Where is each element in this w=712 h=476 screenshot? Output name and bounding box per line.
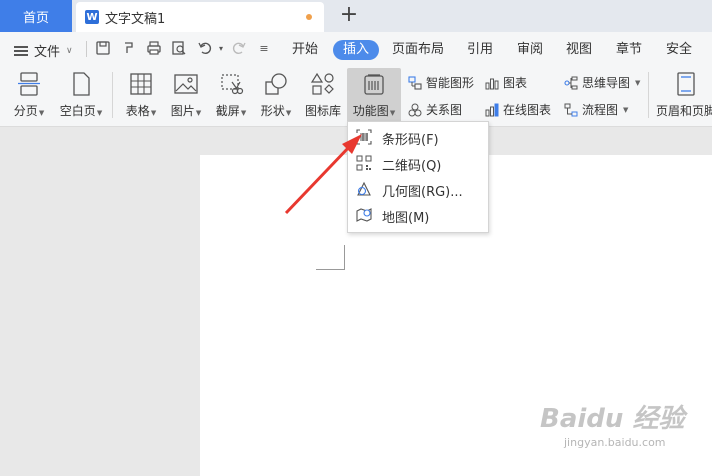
menu-item-label: 条形码(F) [382, 133, 439, 148]
blank-page-icon [68, 72, 94, 96]
relation-chart-button[interactable]: 关系图 [408, 101, 462, 118]
icon-library-label: 图标库 [304, 104, 341, 118]
unsaved-dot-icon [306, 14, 312, 20]
barcode-icon [356, 129, 372, 145]
table-button[interactable]: 表格▼ [122, 66, 160, 119]
menu-bar: 文件 ∨ ▾ ≡ 开始 插入 页面布局 引用 审阅 视图 章节 安全 [0, 32, 712, 66]
page-break-icon [16, 72, 42, 96]
function-chart-button[interactable]: 功能图▼ [347, 68, 401, 124]
flowchart-button[interactable]: 流程图 ▼ [564, 101, 628, 118]
print-icon[interactable] [145, 40, 163, 58]
tab-page-layout[interactable]: 页面布局 [392, 40, 444, 60]
online-chart-icon [485, 103, 499, 117]
tab-security[interactable]: 安全 [666, 40, 692, 60]
divider [86, 41, 87, 57]
file-menu-button[interactable]: 文件 ∨ [14, 41, 73, 60]
ribbon: 分页▼ 空白页▼ 表格▼ 图片▼ 截屏▼ 形状▼ 图标库 功能图▼ 智能图形 图… [0, 66, 712, 127]
smart-graphic-button[interactable]: 智能图形 [408, 74, 474, 91]
function-chart-dropdown: 条形码(F) 二维码(Q) 几何图(RG)... 地图(M) [347, 121, 489, 233]
menu-item-geometry[interactable]: 几何图(RG)... [348, 176, 488, 202]
smart-graphic-label: 智能图形 [426, 76, 475, 90]
picture-button[interactable]: 图片▼ [167, 66, 205, 119]
geometry-icon [356, 181, 372, 197]
tab-start[interactable]: 开始 [292, 40, 318, 60]
tab-document[interactable]: W 文字文稿1 [76, 2, 324, 32]
print-preview-icon[interactable] [170, 40, 188, 58]
divider [648, 72, 649, 118]
page-margin-marker [316, 245, 345, 270]
document-title: 文字文稿1 [105, 11, 166, 27]
watermark-url: jingyan.baidu.com [564, 436, 666, 449]
blank-page-button[interactable]: 空白页▼ [56, 66, 106, 119]
chart-button[interactable]: 图表 [485, 74, 527, 91]
chart-label: 图表 [503, 76, 528, 90]
mind-map-button[interactable]: 思维导图 ▼ [564, 74, 640, 91]
table-icon [128, 72, 154, 96]
smart-graphic-icon [408, 75, 422, 90]
function-chart-label: 功能图 [352, 104, 389, 118]
menu-item-barcode[interactable]: 条形码(F) [348, 124, 488, 150]
save-icon[interactable] [94, 40, 112, 58]
header-footer-button[interactable]: 页眉和页脚 [656, 66, 712, 119]
tab-home[interactable]: 首页 [0, 0, 72, 32]
mind-map-icon [564, 76, 578, 90]
screenshot-button[interactable]: 截屏▼ [212, 66, 250, 119]
format-painter-icon[interactable] [120, 40, 138, 58]
online-chart-label: 在线图表 [503, 103, 552, 117]
divider [112, 72, 113, 118]
function-chart-icon [361, 72, 387, 96]
bar-chart-icon [485, 76, 499, 90]
menu-item-label: 地图(M) [382, 211, 430, 226]
page-break-label: 分页 [13, 104, 38, 118]
blank-page-label: 空白页 [59, 104, 96, 118]
relation-chart-label: 关系图 [426, 103, 463, 117]
tab-view[interactable]: 视图 [566, 40, 592, 60]
file-menu-label: 文件 [34, 45, 61, 60]
watermark-text: Baidu 经验 [540, 404, 685, 434]
relation-chart-icon [408, 103, 422, 117]
header-footer-icon [673, 72, 699, 96]
undo-dropdown-icon[interactable]: ▾ [212, 40, 230, 58]
map-icon [356, 207, 372, 223]
hamburger-icon [14, 45, 28, 56]
menu-item-label: 二维码(Q) [382, 159, 442, 174]
chevron-down-icon: ∨ [66, 45, 73, 56]
flowchart-label: 流程图 [582, 103, 619, 117]
tab-bar: 首页 W 文字文稿1 + [0, 0, 712, 32]
watermark: Baidu 经验 jingyan.baidu.com [540, 398, 710, 458]
page-break-button[interactable]: 分页▼ [10, 66, 48, 119]
customize-toolbar-icon[interactable]: ≡ [255, 40, 273, 58]
online-chart-button[interactable]: 在线图表 [485, 101, 551, 118]
shape-label: 形状 [260, 104, 285, 118]
picture-icon [173, 72, 199, 96]
tab-insert[interactable]: 插入 [333, 40, 380, 60]
tab-chapter[interactable]: 章节 [616, 40, 642, 60]
menu-item-label: 几何图(RG)... [382, 185, 463, 200]
menu-item-qrcode[interactable]: 二维码(Q) [348, 150, 488, 176]
header-footer-label: 页眉和页脚 [656, 104, 712, 118]
shape-icon [263, 72, 289, 96]
picture-label: 图片 [170, 104, 195, 118]
qrcode-icon [356, 155, 372, 171]
table-label: 表格 [125, 104, 150, 118]
shape-button[interactable]: 形状▼ [257, 66, 295, 119]
icon-library-icon [310, 72, 336, 96]
menu-item-map[interactable]: 地图(M) [348, 202, 488, 228]
tab-references[interactable]: 引用 [467, 40, 493, 60]
screenshot-label: 截屏 [215, 104, 240, 118]
tab-review[interactable]: 审阅 [517, 40, 543, 60]
mind-map-label: 思维导图 [582, 76, 631, 90]
screenshot-icon [218, 72, 244, 96]
new-tab-button[interactable]: + [338, 4, 360, 26]
wps-writer-icon: W [85, 10, 99, 24]
flowchart-icon [564, 103, 578, 117]
redo-icon[interactable] [230, 40, 248, 58]
icon-library-button[interactable]: 图标库 [302, 66, 344, 119]
